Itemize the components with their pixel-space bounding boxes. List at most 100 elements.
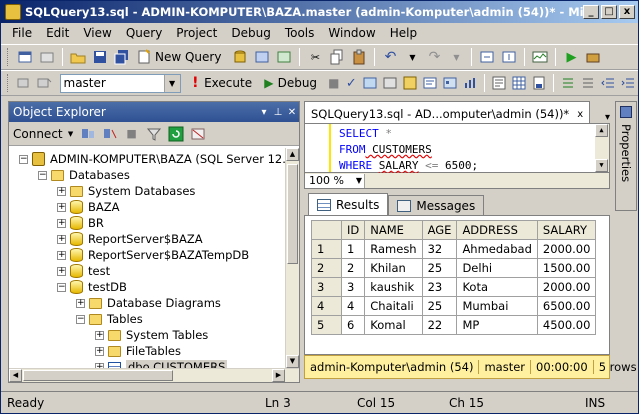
connect-icon[interactable]	[16, 74, 32, 92]
scroll-up-icon[interactable]: ▲	[595, 124, 608, 137]
sql-editor[interactable]: SELECT * FROM CUSTOMERS WHERE SALARY <= …	[304, 123, 610, 173]
navigate-back-icon[interactable]	[478, 48, 496, 66]
collapse-icon[interactable]: −	[76, 314, 85, 324]
filter-icon[interactable]	[145, 125, 163, 143]
minimize-button[interactable]: _	[583, 5, 599, 19]
expand-icon[interactable]: +	[57, 250, 66, 260]
redo-dropdown-icon[interactable]: ▼	[447, 48, 465, 66]
grid-cell[interactable]: 4500.00	[536, 315, 597, 335]
menu-view[interactable]: View	[76, 26, 118, 40]
display-estimated-plan-icon[interactable]	[362, 74, 378, 92]
tree-node[interactable]: + BAZA	[9, 199, 285, 215]
menu-debug[interactable]: Debug	[224, 26, 277, 40]
collapse-icon[interactable]: −	[38, 170, 47, 180]
connect-object-explorer-icon[interactable]	[79, 125, 97, 143]
activity-monitor-icon[interactable]	[531, 48, 549, 66]
mdx-query-icon[interactable]	[275, 48, 293, 66]
row-number[interactable]: 1	[311, 239, 342, 259]
intellisense-icon[interactable]	[422, 74, 438, 92]
paste-icon[interactable]	[350, 48, 368, 66]
expand-icon[interactable]: +	[76, 298, 85, 308]
tree-node[interactable]: + FileTables	[9, 343, 285, 359]
results-to-grid-icon[interactable]	[511, 74, 527, 92]
toolbar-grip[interactable]	[7, 48, 10, 66]
debug-button[interactable]: Debug	[278, 76, 317, 90]
scroll-left-icon[interactable]: ◀	[9, 369, 22, 382]
window-position-icon[interactable]: ▾	[257, 107, 271, 118]
tree-node[interactable]: + test	[9, 263, 285, 279]
expand-icon[interactable]: +	[57, 266, 66, 276]
tree-node[interactable]: − ADMIN-KOMPUTER\BAZA (SQL Server 12.0.22…	[9, 151, 285, 167]
save-all-icon[interactable]	[113, 48, 131, 66]
increase-indent-icon[interactable]	[620, 74, 636, 92]
expand-icon[interactable]: +	[95, 346, 104, 356]
table-row[interactable]: 5 6 Komal 22 MP 4500.00	[311, 315, 597, 335]
object-explorer-vertical-scrollbar[interactable]: ▲ ▼	[285, 148, 299, 368]
tab-sqlquery13[interactable]: SQLQuery13.sql - AD...omputer\admin (54)…	[304, 101, 591, 123]
grid-cell[interactable]: 25	[421, 296, 458, 316]
refresh-icon[interactable]	[167, 125, 185, 143]
grid-cell[interactable]: Khilan	[364, 258, 423, 278]
document-close-icon[interactable]: ▾	[590, 112, 614, 123]
collapse-icon[interactable]: −	[57, 282, 66, 292]
scroll-down-icon[interactable]: ▼	[286, 355, 299, 368]
grid-cell[interactable]: 1500.00	[536, 258, 597, 278]
new-project-icon[interactable]	[16, 48, 34, 66]
tab-results[interactable]: Results	[308, 193, 389, 215]
cut-icon[interactable]: ✂	[306, 48, 324, 66]
collapse-icon[interactable]: −	[19, 154, 28, 164]
grid-cell[interactable]: 4	[340, 296, 366, 316]
stop-icon[interactable]: ■	[123, 125, 141, 143]
scroll-down-icon[interactable]: ▼	[595, 159, 608, 172]
copy-icon[interactable]	[328, 48, 346, 66]
tree-node[interactable]: − Databases	[9, 167, 285, 183]
grid-cell[interactable]: 3	[340, 277, 366, 297]
uncomment-icon[interactable]	[580, 74, 596, 92]
scroll-thumb[interactable]	[23, 370, 173, 381]
grid-cell[interactable]: Chaitali	[364, 296, 423, 316]
tree-node[interactable]: + System Databases	[9, 183, 285, 199]
execute-button[interactable]: Execute	[204, 76, 252, 90]
specify-values-icon[interactable]	[402, 74, 418, 92]
column-header-salary[interactable]: SALARY	[536, 220, 597, 240]
grid-cell[interactable]: 6500.00	[536, 296, 597, 316]
chevron-down-icon[interactable]: ▼	[356, 174, 362, 188]
expand-icon[interactable]: +	[95, 330, 104, 340]
row-number[interactable]: 4	[311, 296, 342, 316]
properties-sidebar-tab[interactable]: Properties	[615, 101, 637, 211]
scroll-thumb[interactable]	[287, 164, 298, 264]
tree-node[interactable]: + System Tables	[9, 327, 285, 343]
grid-cell[interactable]: MP	[456, 315, 538, 335]
tree-node[interactable]: + Database Diagrams	[9, 295, 285, 311]
menu-window[interactable]: Window	[321, 26, 382, 40]
disconnect-icon[interactable]	[101, 125, 119, 143]
menu-file[interactable]: File	[5, 26, 39, 40]
maximize-button[interactable]: □	[601, 5, 617, 19]
chevron-down-icon[interactable]: ▼	[163, 74, 180, 92]
grid-cell[interactable]: Mumbai	[456, 296, 538, 316]
grid-cell[interactable]: 32	[421, 239, 458, 259]
table-row[interactable]: 2 2 Khilan 25 Delhi 1500.00	[311, 258, 597, 278]
row-number[interactable]: 5	[311, 315, 342, 335]
expand-icon[interactable]: +	[57, 186, 66, 196]
undo-dropdown-icon[interactable]: ▼	[403, 48, 421, 66]
add-item-icon[interactable]	[38, 48, 56, 66]
grid-cell[interactable]: Delhi	[456, 258, 538, 278]
tree-node[interactable]: − Tables	[9, 311, 285, 327]
grid-cell[interactable]: 2000.00	[536, 277, 597, 297]
editor-vertical-scrollbar[interactable]: ▲ ▼	[595, 124, 609, 172]
zoom-dropdown[interactable]: 100 % ▼	[305, 173, 365, 188]
column-header-name[interactable]: NAME	[364, 220, 423, 240]
grid-cell[interactable]: 6	[340, 315, 366, 335]
row-number[interactable]: 3	[311, 277, 342, 297]
change-connection-icon[interactable]	[36, 74, 52, 92]
undo-icon[interactable]: ↶	[381, 48, 399, 66]
client-statistics-icon[interactable]	[462, 74, 478, 92]
menu-help[interactable]: Help	[383, 26, 424, 40]
redo-icon[interactable]: ↷	[425, 48, 443, 66]
row-number[interactable]: 2	[311, 258, 342, 278]
parse-icon[interactable]: ✓	[345, 74, 358, 92]
chevron-down-icon[interactable]: ▼	[67, 125, 75, 143]
tree-node[interactable]: + dbo.CUSTOMERS	[9, 359, 285, 368]
tree-node[interactable]: + ReportServer$BAZA	[9, 231, 285, 247]
